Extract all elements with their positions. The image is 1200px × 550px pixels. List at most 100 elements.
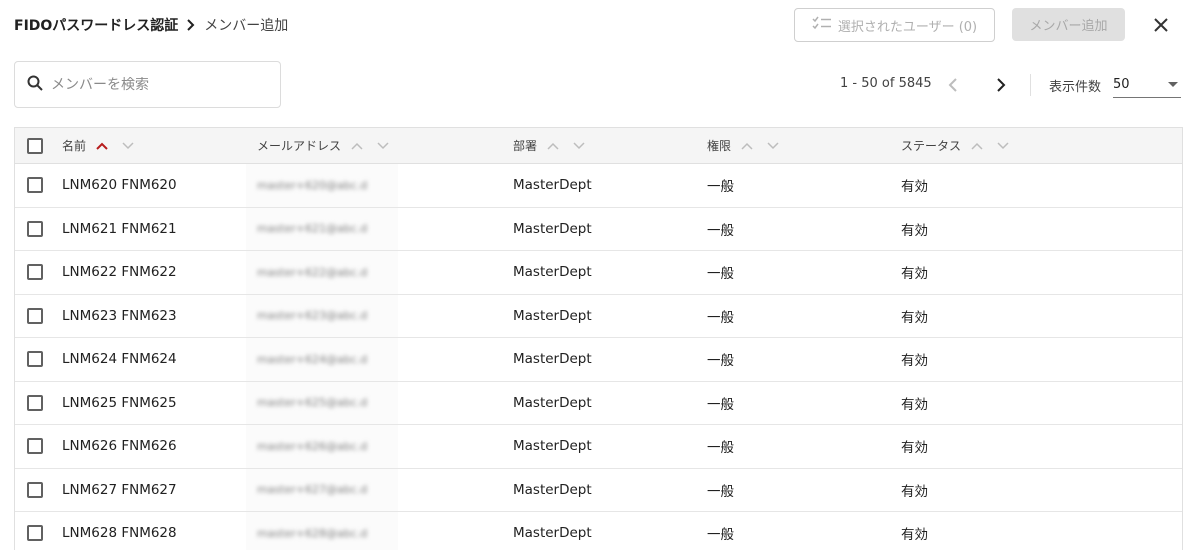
cell-email: master+625@abc.d [257,396,368,410]
pagination-divider [1030,74,1031,96]
column-label: メールアドレス [257,139,342,153]
cell-role: 一般 [707,222,734,239]
cell-email: master+623@abc.d [257,309,368,323]
column-header-name[interactable]: 名前 [62,128,134,163]
search-icon [27,75,43,95]
sort-up-icon[interactable] [741,142,753,150]
cell-email: master+620@abc.d [257,178,368,192]
cell-name: LNM620 FNM620 [62,177,177,194]
cell-dept: MasterDept [513,264,592,281]
sort-down-icon[interactable] [767,141,779,150]
table-row[interactable]: LNM625 FNM625 master+625@abc.d MasterDep… [15,381,1182,425]
column-label: 名前 [62,139,87,153]
column-header-status[interactable]: ステータス [901,128,1009,163]
selected-users-button[interactable]: 選択されたユーザー (0) [794,8,995,42]
select-all-checkbox[interactable] [27,137,43,154]
row-checkbox[interactable] [27,177,43,194]
cell-role: 一般 [707,266,734,283]
close-icon[interactable] [1148,12,1174,38]
row-checkbox[interactable] [27,481,43,498]
sort-down-icon[interactable] [573,141,585,150]
cell-role: 一般 [707,527,734,544]
breadcrumb-root[interactable]: FIDOパスワードレス認証 [14,15,178,35]
sort-up-icon[interactable] [971,142,983,150]
table-row[interactable]: LNM626 FNM626 master+626@abc.d MasterDep… [15,425,1182,469]
cell-name: LNM621 FNM621 [62,220,177,237]
cell-status: 有効 [901,527,928,544]
cell-status: 有効 [901,309,928,326]
cell-dept: MasterDept [513,438,592,455]
checklist-icon [812,16,832,34]
row-checkbox[interactable] [27,525,43,542]
cell-status: 有効 [901,222,928,239]
cell-role: 一般 [707,353,734,370]
cell-email: master+621@abc.d [257,222,368,236]
per-page-select[interactable]: 50 [1113,72,1181,98]
cell-name: LNM628 FNM628 [62,525,177,542]
column-label: 権限 [707,139,732,153]
table-row[interactable]: LNM627 FNM627 master+627@abc.d MasterDep… [15,468,1182,512]
cell-status: 有効 [901,179,928,196]
cell-status: 有効 [901,483,928,500]
cell-dept: MasterDept [513,307,592,324]
sort-up-icon[interactable] [351,142,363,150]
row-checkbox[interactable] [27,351,43,368]
chevron-down-icon [1168,82,1178,87]
cell-role: 一般 [707,179,734,196]
chevron-right-icon [178,14,204,36]
cell-dept: MasterDept [513,394,592,411]
sort-up-icon[interactable] [96,142,108,150]
add-member-button[interactable]: メンバー追加 [1012,8,1125,41]
row-checkbox[interactable] [27,220,43,237]
cell-dept: MasterDept [513,481,592,498]
cell-dept: MasterDept [513,177,592,194]
cell-role: 一般 [707,309,734,326]
cell-status: 有効 [901,266,928,283]
per-page-value: 50 [1113,77,1130,92]
row-checkbox[interactable] [27,307,43,324]
row-checkbox[interactable] [27,438,43,455]
cell-name: LNM622 FNM622 [62,264,177,281]
row-checkbox[interactable] [27,264,43,281]
chevron-right-icon[interactable] [990,74,1012,96]
chevron-left-icon[interactable] [942,74,964,96]
table-row[interactable]: LNM622 FNM622 master+622@abc.d MasterDep… [15,251,1182,295]
cell-email: master+622@abc.d [257,265,368,279]
cell-name: LNM626 FNM626 [62,438,177,455]
column-label: ステータス [901,139,962,153]
column-header-email[interactable]: メールアドレス [257,128,389,163]
cell-role: 一般 [707,440,734,457]
column-label: 部署 [513,139,538,153]
per-page-label: 表示件数 [1049,80,1102,95]
search-field[interactable] [14,61,281,108]
selected-users-label: 選択されたユーザー (0) [837,19,978,35]
column-header-dept[interactable]: 部署 [513,128,585,163]
table-row[interactable]: LNM623 FNM623 master+623@abc.d MasterDep… [15,294,1182,338]
cell-status: 有効 [901,396,928,413]
cell-name: LNM624 FNM624 [62,351,177,368]
cell-role: 一般 [707,396,734,413]
search-input[interactable] [51,76,271,93]
cell-dept: MasterDept [513,525,592,542]
cell-email: master+624@abc.d [257,352,368,366]
cell-name: LNM625 FNM625 [62,394,177,411]
sort-down-icon[interactable] [122,141,134,150]
sort-down-icon[interactable] [377,141,389,150]
cell-dept: MasterDept [513,220,592,237]
member-table: 名前 メールアドレス 部署 権限 ステータス LNM620 FNM620 mas… [14,127,1183,550]
breadcrumb-current: メンバー追加 [204,18,289,34]
row-checkbox[interactable] [27,394,43,411]
page-header: FIDOパスワードレス認証 メンバー追加 選択されたユーザー (0) メンバー追… [0,0,1200,50]
cell-status: 有効 [901,353,928,370]
table-row[interactable]: LNM628 FNM628 master+628@abc.d MasterDep… [15,512,1182,550]
sort-up-icon[interactable] [547,142,559,150]
table-row[interactable]: LNM624 FNM624 master+624@abc.d MasterDep… [15,338,1182,382]
sort-down-icon[interactable] [997,141,1009,150]
table-row[interactable]: LNM620 FNM620 master+620@abc.d MasterDep… [15,164,1182,208]
column-header-role[interactable]: 権限 [707,128,779,163]
cell-email: master+627@abc.d [257,483,368,497]
cell-dept: MasterDept [513,351,592,368]
breadcrumb: FIDOパスワードレス認証 メンバー追加 [14,14,288,36]
cell-email: master+628@abc.d [257,526,368,540]
table-row[interactable]: LNM621 FNM621 master+621@abc.d MasterDep… [15,207,1182,251]
